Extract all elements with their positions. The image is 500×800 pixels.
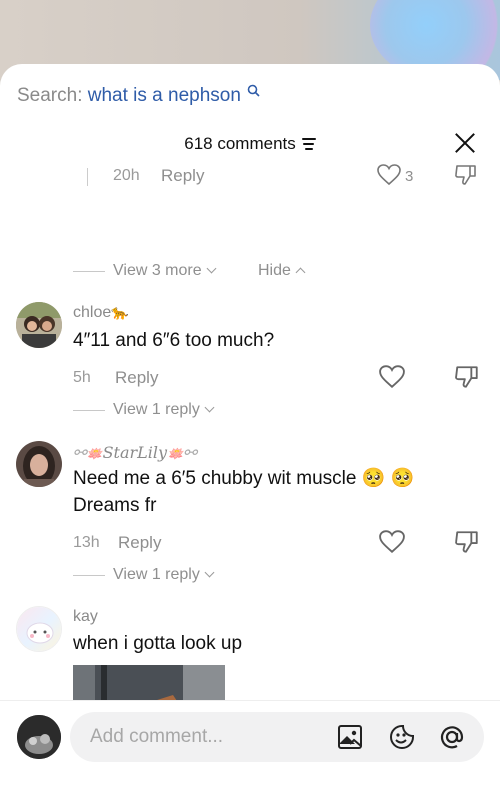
- lotus-icon: 🪷: [86, 446, 103, 461]
- mention-icon[interactable]: [438, 723, 466, 751]
- username-text: StarLily: [102, 443, 168, 462]
- avatar[interactable]: [16, 441, 62, 487]
- search-icon: [243, 84, 260, 100]
- dislike-icon[interactable]: [454, 365, 480, 394]
- filter-icon[interactable]: [301, 138, 316, 150]
- chevron-down-icon: [204, 567, 215, 578]
- comment-text-line1: Need me a 6′5 chubby wit muscle: [73, 468, 357, 489]
- comment-text-line2: Dreams fr: [73, 495, 157, 516]
- view-replies[interactable]: View 1 reply: [113, 401, 215, 419]
- comment-input[interactable]: [90, 724, 320, 750]
- username[interactable]: kay: [73, 608, 98, 626]
- view-replies-label: View 1 reply: [113, 566, 200, 583]
- chevron-down-icon: [206, 263, 217, 274]
- ring-icon: ⚯: [183, 445, 197, 462]
- divider: [73, 575, 105, 576]
- comment-text: 4″11 and 6″6 too much?: [73, 330, 275, 351]
- reply-button[interactable]: Reply: [118, 533, 161, 553]
- pleading-emoji: 🥺: [390, 468, 415, 489]
- view-replies-label: View 1 reply: [113, 401, 200, 418]
- username-text: chloe: [73, 304, 112, 321]
- pleading-emoji: 🥺: [361, 468, 386, 489]
- heart-icon[interactable]: [379, 365, 405, 394]
- search-suggestion[interactable]: Search: what is a nephson: [17, 84, 260, 107]
- comments-count: 618 comments: [184, 134, 296, 153]
- view-more-label: View 3 more: [113, 262, 202, 279]
- image-icon[interactable]: [336, 723, 364, 751]
- avatar[interactable]: [16, 606, 62, 652]
- username-emoji: 🐆: [111, 304, 129, 320]
- reply-button[interactable]: Reply: [161, 166, 204, 186]
- comment-text: Need me a 6′5 chubby wit muscle 🥺 🥺: [73, 465, 414, 492]
- comment-time: 13h: [73, 534, 100, 551]
- username[interactable]: ⚯🪷StarLily🪷⚯: [73, 443, 197, 463]
- thread-line: [87, 168, 88, 186]
- comment-list[interactable]: 20h Reply 3 View 3 more Hide chloe🐆 4″11…: [0, 160, 500, 700]
- heart-icon[interactable]: [377, 164, 401, 191]
- view-more-replies[interactable]: View 3 more: [113, 262, 217, 280]
- close-button[interactable]: [454, 132, 476, 154]
- reply-button[interactable]: Reply: [115, 368, 158, 388]
- hide-replies[interactable]: Hide: [258, 262, 306, 280]
- gif-image[interactable]: [73, 665, 225, 700]
- heart-icon[interactable]: [379, 530, 405, 559]
- lotus-icon: 🪷: [167, 446, 184, 461]
- search-prefix: Search:: [17, 85, 88, 106]
- username[interactable]: chloe🐆: [73, 304, 129, 322]
- hide-label: Hide: [258, 262, 291, 279]
- emoji-sticker-icon[interactable]: [388, 723, 416, 751]
- dislike-icon[interactable]: [454, 530, 480, 559]
- chevron-down-icon: [204, 402, 215, 413]
- chevron-up-icon: [295, 267, 306, 278]
- divider: [73, 410, 105, 411]
- comments-sheet: Search: what is a nephson 618 comments 2…: [0, 64, 500, 800]
- comments-count-header: 618 comments: [0, 134, 500, 154]
- comment-composer: [0, 700, 500, 800]
- comment-text: when i gotta look up: [73, 633, 243, 654]
- avatar[interactable]: [17, 715, 61, 759]
- search-query-link[interactable]: what is a nephson: [88, 85, 241, 106]
- like-count: 3: [405, 168, 414, 185]
- ring-icon: ⚯: [73, 445, 87, 462]
- comment-time: 5h: [73, 369, 91, 386]
- dislike-icon[interactable]: [454, 164, 478, 191]
- divider: [73, 271, 105, 272]
- reply-time: 20h: [113, 167, 140, 184]
- add-comment-field[interactable]: [70, 712, 484, 762]
- avatar[interactable]: [16, 302, 62, 348]
- view-replies[interactable]: View 1 reply: [113, 566, 215, 584]
